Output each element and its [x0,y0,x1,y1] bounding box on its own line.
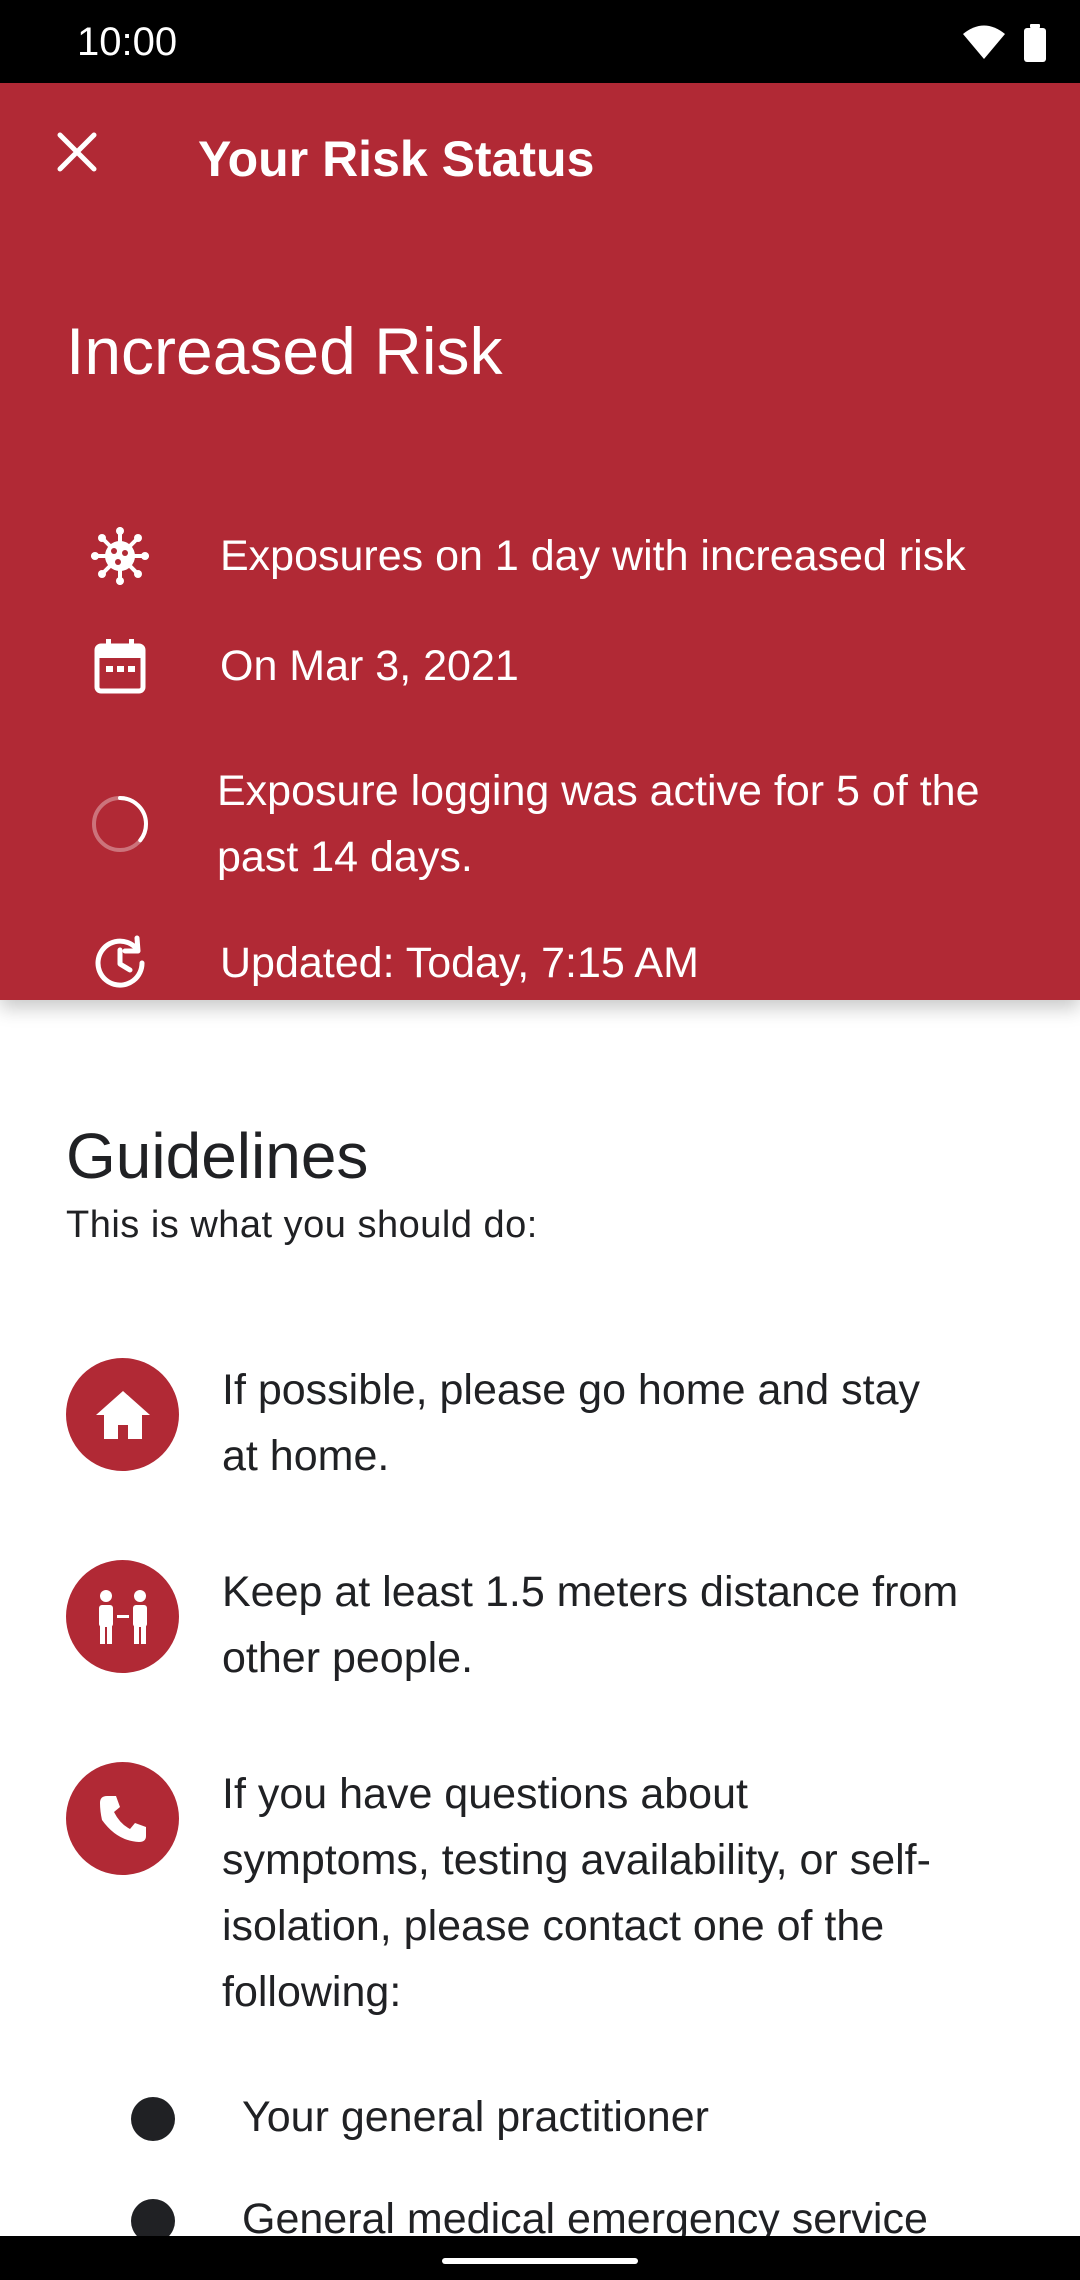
logging-activity-text: Exposure logging was active for 5 of the… [217,767,980,881]
exposure-date-row: On Mar 3, 2021 [0,633,1080,699]
status-icons [962,24,1046,67]
calendar-icon [90,636,150,696]
navigation-bar [0,2236,1080,2280]
guideline-text: If possible, please go home and stay at … [222,1366,920,1480]
guidelines-subtitle: This is what you should do: [66,1204,538,1246]
close-icon [55,130,99,179]
home-icon [66,1358,179,1471]
social-distance-icon [66,1560,179,1673]
bullet-icon [131,2097,175,2141]
status-bar: 10:00 [0,0,1080,83]
exposure-days-row: Exposures on 1 day with increased risk [0,523,1080,589]
guideline-text: If you have questions about symptoms, te… [222,1770,931,2016]
updated-text: Updated: Today, 7:15 AM [220,939,699,987]
status-time: 10:00 [77,20,178,64]
risk-status-header: Your Risk Status Increased Risk Exposure… [0,83,1080,1000]
updated-row: Updated: Today, 7:15 AM [0,930,1080,996]
progress-ring-icon [90,794,150,854]
history-clock-icon [90,933,150,993]
home-gesture-handle[interactable] [442,2258,638,2264]
battery-icon [1024,24,1046,67]
virus-icon [90,526,150,586]
close-button[interactable] [42,119,112,189]
exposure-days-text: Exposures on 1 day with increased risk [220,532,966,580]
phone-icon [66,1762,179,1875]
page-title: Your Risk Status [198,131,595,187]
guidelines-heading: Guidelines [66,1120,369,1192]
wifi-icon [962,25,1006,66]
logging-activity-row: Exposure logging was active for 5 of the… [0,758,1080,890]
guideline-text: Keep at least 1.5 meters distance from o… [222,1568,959,1682]
risk-level-title: Increased Risk [66,314,503,388]
exposure-date-text: On Mar 3, 2021 [220,642,519,690]
contact-text: Your general practitioner [242,2093,709,2141]
